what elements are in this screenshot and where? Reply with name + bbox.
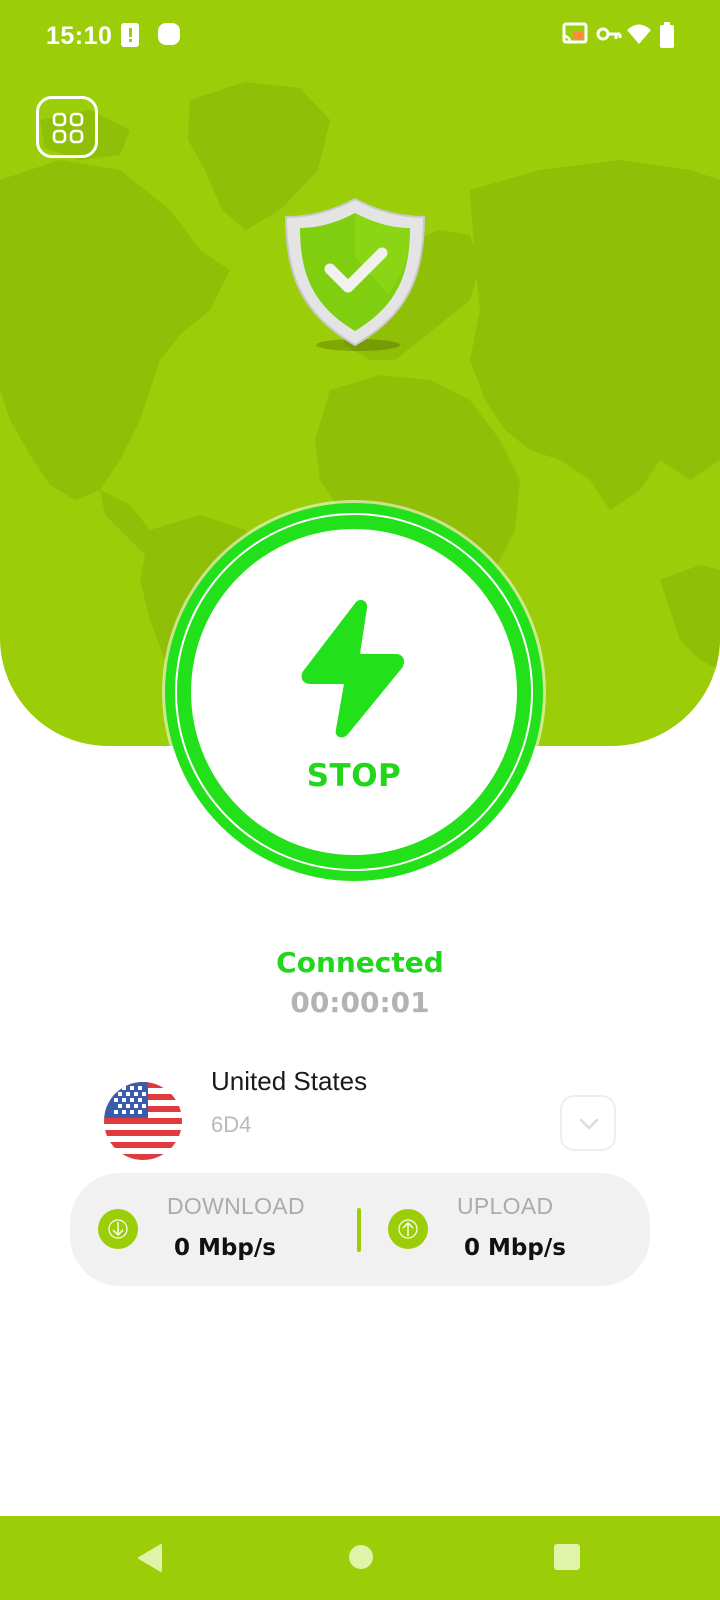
download-icon-badge xyxy=(98,1209,138,1249)
menu-button[interactable] xyxy=(36,96,98,158)
server-selector[interactable]: United States 6D4 xyxy=(0,1060,720,1160)
arrow-down-icon xyxy=(108,1219,128,1239)
circle-notification-icon xyxy=(157,22,181,50)
vpn-key-icon xyxy=(596,22,622,50)
connection-timer: 00:00:01 xyxy=(290,986,430,1019)
recents-icon[interactable] xyxy=(554,1544,580,1574)
chevron-down-icon xyxy=(579,1118,599,1130)
download-label: DOWNLOAD xyxy=(167,1193,305,1219)
server-dropdown-button[interactable] xyxy=(560,1095,616,1151)
battery-icon xyxy=(660,22,674,52)
lightning-bolt-icon xyxy=(301,600,404,738)
upload-icon-badge xyxy=(388,1209,428,1249)
stop-label: STOP xyxy=(306,758,402,794)
grid-menu-icon xyxy=(52,112,84,144)
wifi-icon xyxy=(626,22,652,50)
upload-value: 0 Mbp/s xyxy=(464,1235,566,1261)
stop-button[interactable]: STOP xyxy=(165,503,543,881)
upload-label: UPLOAD xyxy=(457,1193,554,1219)
cast-icon xyxy=(562,22,588,50)
status-bar: 15:10 xyxy=(0,0,720,72)
status-time: 15:10 xyxy=(46,22,113,50)
us-flag-icon xyxy=(104,1082,182,1160)
speed-divider xyxy=(357,1208,361,1252)
shield-check-icon xyxy=(282,195,428,361)
navigation-bar xyxy=(0,1516,720,1600)
download-value: 0 Mbp/s xyxy=(174,1235,276,1261)
connection-status: Connected xyxy=(276,946,444,979)
server-code: 6D4 xyxy=(211,1112,252,1137)
server-country: United States xyxy=(211,1066,368,1096)
alert-icon xyxy=(120,22,140,52)
arrow-up-icon xyxy=(398,1219,418,1239)
home-icon[interactable] xyxy=(348,1544,374,1574)
speed-card: DOWNLOAD 0 Mbp/s UPLOAD 0 Mbp/s xyxy=(70,1173,650,1286)
back-icon[interactable] xyxy=(135,1542,165,1578)
